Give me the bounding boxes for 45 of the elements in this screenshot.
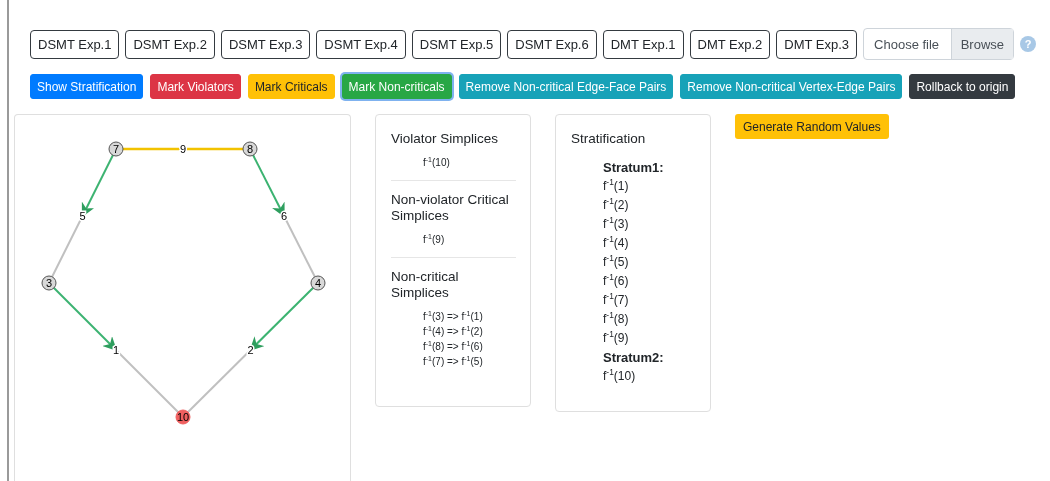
- vertex: 7: [108, 141, 124, 157]
- stratum-entry: f$^{-1}$(5): [603, 253, 630, 271]
- edge-label: 1: [112, 344, 120, 356]
- stratum-entry: f$^{-1}$(4): [603, 234, 630, 252]
- simplex-entry: f$^{-1}$(3) => f$^{-1}$(1): [422, 309, 484, 324]
- stratum-name: Stratum2:: [603, 349, 665, 367]
- action-button[interactable]: Mark Criticals: [247, 74, 335, 99]
- action-button[interactable]: Rollback to origin: [909, 74, 1016, 99]
- simplex-entry: f$^{-1}$(10): [422, 155, 451, 170]
- stratum-name: Stratum1:: [603, 159, 665, 177]
- simplex-entry: f$^{-1}$(7) => f$^{-1}$(5): [422, 354, 484, 369]
- experiment-button[interactable]: DSMT Exp.5: [411, 29, 502, 59]
- simplex-entry: f$^{-1}$(9): [422, 232, 446, 247]
- simplex-entry: f$^{-1}$(8) => f$^{-1}$(6): [422, 339, 484, 354]
- stratum-entry: f$^{-1}$(7): [603, 291, 630, 309]
- experiment-button[interactable]: DSMT Exp.6: [507, 29, 597, 59]
- generate-button[interactable]: Generate Random Values: [735, 114, 889, 139]
- action-button[interactable]: Mark Violators: [150, 74, 241, 99]
- stratum-entry: f$^{-1}$(6): [603, 272, 630, 290]
- action-button[interactable]: Show Stratification: [30, 74, 144, 99]
- experiment-button[interactable]: DSMT Exp.2: [125, 29, 215, 59]
- file-input[interactable]: Choose file Browse: [863, 28, 1015, 60]
- experiment-button[interactable]: DMT Exp.3: [776, 29, 858, 59]
- experiment-button[interactable]: DSMT Exp.4: [316, 29, 406, 59]
- section-title: Non-critical Simplices: [391, 269, 460, 301]
- stratum-entry: f$^{-1}$(3): [603, 215, 630, 233]
- experiment-button[interactable]: DMT Exp.1: [602, 29, 684, 59]
- edge-label: 2: [247, 344, 254, 356]
- vertex: 4: [310, 275, 326, 291]
- edge-label: 5: [79, 210, 86, 222]
- experiment-button[interactable]: DSMT Exp.3: [220, 29, 311, 59]
- experiment-button[interactable]: DMT Exp.2: [689, 29, 771, 59]
- stratum-entry: f$^{-1}$(1): [603, 177, 630, 195]
- vertex: 3: [41, 275, 57, 291]
- stratum-entry: f$^{-1}$(9): [603, 329, 630, 347]
- section-title: Non-violator Critical Simplices: [391, 192, 510, 224]
- stratum-entry: f$^{-1}$(8): [603, 310, 630, 328]
- experiment-button[interactable]: DSMT Exp.1: [30, 29, 120, 59]
- panel-title: Stratification: [571, 131, 647, 147]
- violator-vertex: 10: [175, 409, 191, 425]
- simplex-entry: f$^{-1}$(4) => f$^{-1}$(2): [422, 324, 484, 339]
- vertex: 8: [242, 141, 258, 157]
- stratum-entry: f$^{-1}$(10): [603, 367, 637, 385]
- stratum-entry: f$^{-1}$(2): [603, 196, 630, 214]
- section-title: Violator Simplices: [391, 131, 500, 147]
